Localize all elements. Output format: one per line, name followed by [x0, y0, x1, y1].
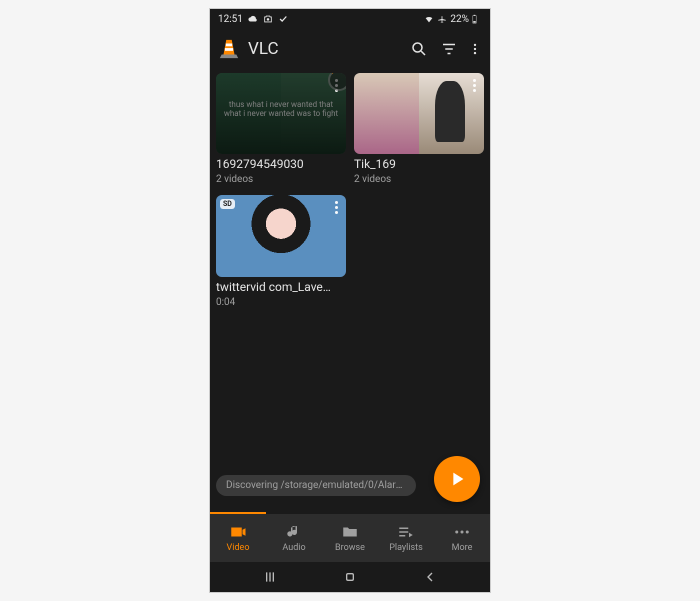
card-more-button[interactable]: [328, 197, 344, 217]
folder-card[interactable]: Tik_169 2 videos: [354, 73, 484, 185]
folder-subtitle: 2 videos: [216, 174, 346, 185]
play-fab-button[interactable]: [434, 456, 480, 502]
folder-thumbnail: thus what i never wanted that what i nev…: [216, 73, 346, 154]
video-title: twittervid com_Lave…: [216, 280, 346, 294]
tab-label: Video: [227, 543, 250, 553]
tab-label: More: [452, 543, 473, 553]
folder-title: 1692794549030: [216, 157, 346, 171]
camera-icon: [263, 14, 273, 24]
tab-audio[interactable]: Audio: [266, 514, 322, 562]
cloud-icon: [248, 14, 258, 24]
tab-playlists[interactable]: Playlists: [378, 514, 434, 562]
thumbnail-caption: thus what i never wanted that what i nev…: [222, 101, 340, 119]
android-back-button[interactable]: [410, 569, 450, 585]
android-recents-button[interactable]: [250, 569, 290, 585]
phone-screen: 12:51 22%: [209, 8, 491, 593]
folder-card[interactable]: thus what i never wanted that what i nev…: [216, 73, 346, 185]
checkmark-icon: [278, 14, 288, 24]
audio-icon: [285, 523, 303, 541]
tab-label: Playlists: [389, 543, 423, 553]
video-card[interactable]: SD twittervid com_Lave… 0:04: [216, 195, 346, 307]
video-duration: 0:04: [216, 297, 346, 308]
battery-pct: 22%: [450, 14, 469, 25]
battery-icon: [472, 14, 482, 24]
tab-browse[interactable]: Browse: [322, 514, 378, 562]
content-area: thus what i never wanted that what i nev…: [210, 69, 490, 512]
airplane-icon: [437, 14, 447, 24]
filter-button[interactable]: [438, 38, 460, 60]
tab-label: Browse: [335, 543, 365, 553]
bottom-tabs: Video Audio Browse Playlists More: [210, 514, 490, 562]
app-title: VLC: [248, 39, 400, 59]
video-thumbnail: SD: [216, 195, 346, 276]
more-icon: [453, 523, 471, 541]
folder-title: Tik_169: [354, 157, 484, 171]
android-home-button[interactable]: [330, 569, 370, 585]
sd-badge: SD: [220, 199, 235, 209]
status-bar: 12:51 22%: [210, 9, 490, 29]
play-icon: [446, 468, 468, 490]
wifi-icon: [424, 14, 434, 24]
folder-subtitle: 2 videos: [354, 174, 484, 185]
video-icon: [229, 523, 247, 541]
card-more-button[interactable]: [466, 75, 482, 95]
video-grid: thus what i never wanted that what i nev…: [216, 73, 484, 308]
playlist-icon: [397, 523, 415, 541]
tab-more[interactable]: More: [434, 514, 490, 562]
overflow-menu-button[interactable]: [468, 38, 482, 60]
search-button[interactable]: [408, 38, 430, 60]
tab-video[interactable]: Video: [210, 514, 266, 562]
app-bar: VLC: [210, 29, 490, 69]
android-nav-bar: [210, 562, 490, 592]
tab-label: Audio: [282, 543, 305, 553]
folder-icon: [341, 523, 359, 541]
folder-thumbnail: [354, 73, 484, 154]
vlc-logo-icon: [218, 38, 240, 60]
status-time: 12:51: [218, 14, 243, 25]
discovering-status: Discovering /storage/emulated/0/Alarms/: [216, 475, 416, 496]
